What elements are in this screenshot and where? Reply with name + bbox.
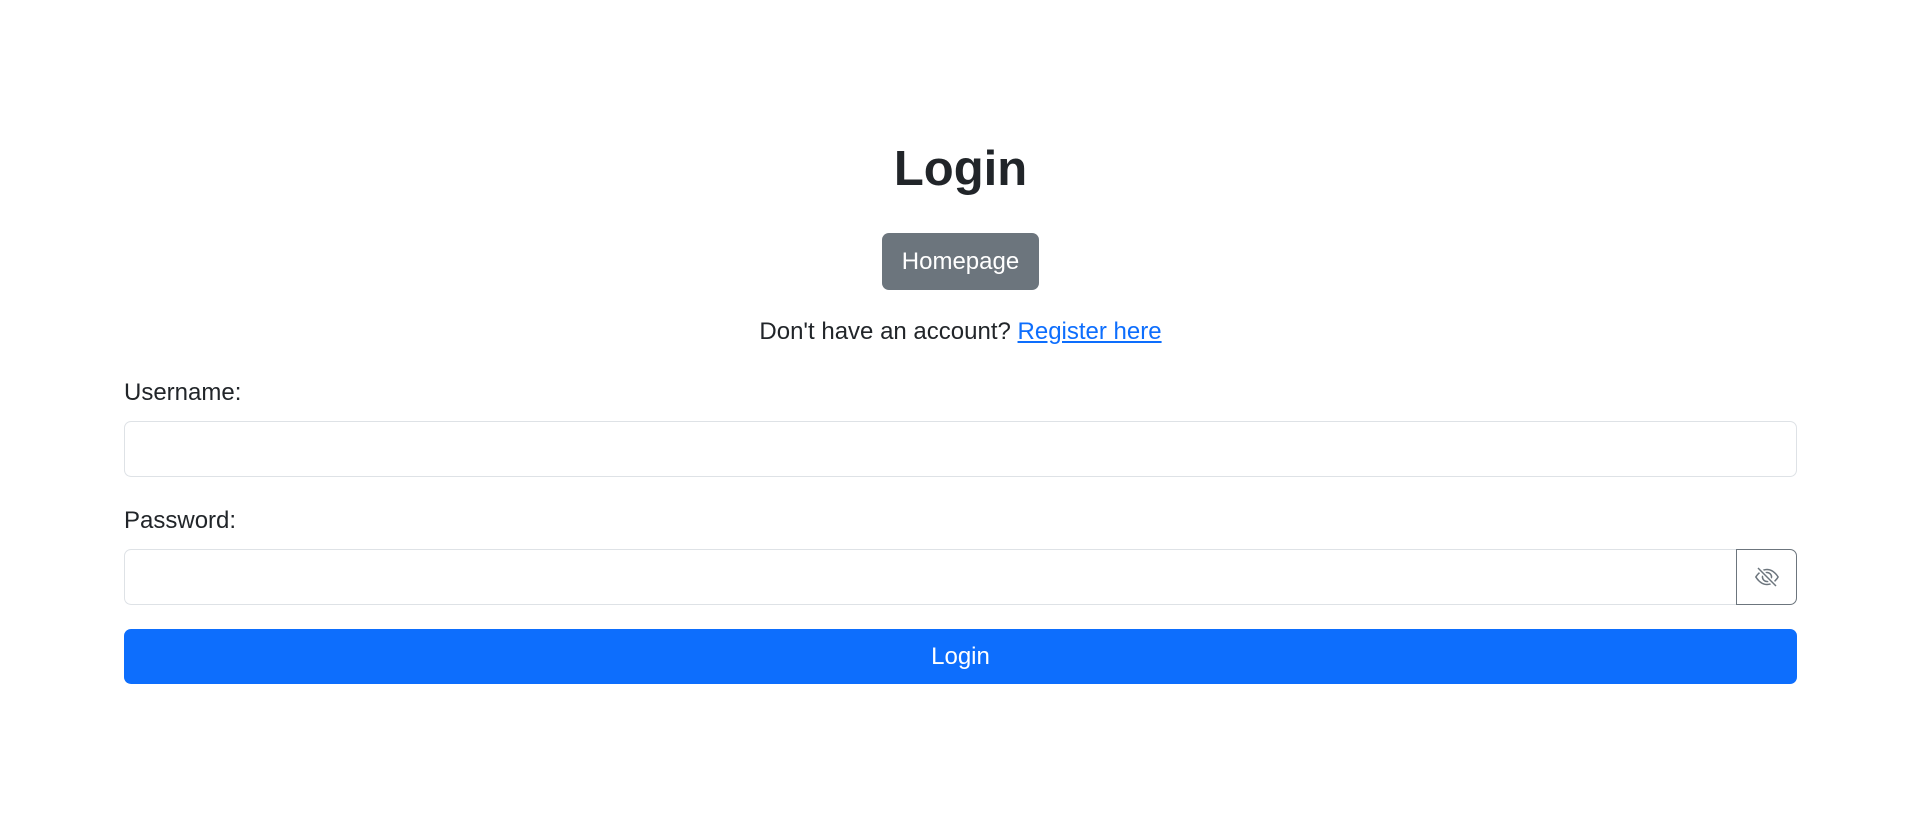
toggle-password-visibility-button[interactable] [1736, 549, 1797, 605]
password-label: Password: [124, 507, 237, 534]
register-prompt-text: Don't have an account? [759, 318, 1011, 345]
password-input[interactable] [124, 549, 1736, 605]
register-prompt: Don't have an account? Register here [124, 316, 1797, 348]
username-label: Username: [124, 379, 242, 406]
page-title: Login [893, 142, 1028, 196]
login-page: Login Homepage Don't have an account? Re… [0, 0, 1920, 822]
password-input-group [124, 549, 1797, 605]
register-link[interactable]: Register here [1018, 318, 1162, 345]
username-input[interactable] [124, 421, 1797, 477]
eye-slash-icon [1754, 567, 1779, 587]
homepage-button[interactable]: Homepage [882, 233, 1039, 290]
login-submit-button[interactable]: Login [124, 629, 1797, 684]
